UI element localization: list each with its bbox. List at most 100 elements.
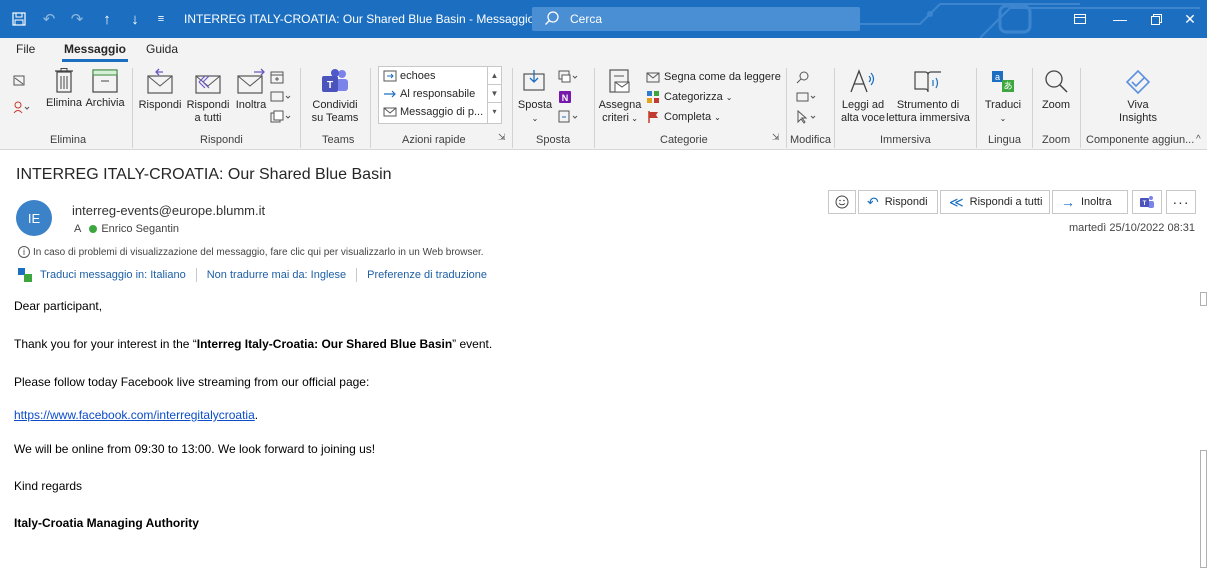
body-follow: Please follow today Facebook live stream…: [14, 375, 370, 389]
tab-guida[interactable]: Guida: [146, 42, 178, 56]
previous-item-icon[interactable]: ↑: [92, 0, 122, 38]
reply-all-action-label: Rispondi a tutti: [969, 196, 1043, 208]
scroll-up-icon[interactable]: ▲: [488, 67, 501, 85]
recipient-line: A Enrico Segantin: [74, 223, 179, 235]
sender-address[interactable]: interreg-events@europe.blumm.it: [72, 203, 265, 218]
read-aloud-icon: [850, 69, 875, 93]
reply-button[interactable]: Rispondi: [138, 68, 182, 112]
search-box[interactable]: Cerca: [532, 7, 860, 31]
ribbon-separator: [300, 68, 301, 148]
move-dropdown-icon: ⌄: [531, 114, 539, 123]
svg-text:a: a: [995, 72, 1000, 82]
mark-unread-button[interactable]: Segna come da leggere: [646, 70, 781, 84]
collapse-ribbon-icon[interactable]: ^: [1196, 134, 1201, 145]
forward-button[interactable]: Inoltra: [232, 68, 270, 112]
scrollbar-top-fragment[interactable]: [1200, 292, 1207, 306]
actions-icon[interactable]: [558, 110, 584, 124]
related-icon[interactable]: [796, 90, 822, 104]
zoom-label: Zoom: [1041, 99, 1071, 111]
translate-dropdown-icon: ⌄: [999, 114, 1007, 123]
group-label-lingua: Lingua: [988, 134, 1022, 146]
reply-all-icon: [195, 75, 221, 94]
delete-button[interactable]: Elimina: [44, 68, 84, 110]
archive-button[interactable]: Archivia: [84, 68, 126, 110]
customize-toolbar-icon[interactable]: ≡: [146, 0, 176, 38]
find-icon[interactable]: [796, 70, 814, 84]
quick-step-manager[interactable]: Al responsabile: [383, 88, 475, 100]
quick-steps-gallery: echoes Al responsabile Messaggio di p...…: [378, 66, 502, 124]
follow-up-button[interactable]: Completa ⌄: [646, 110, 721, 124]
ribbon-display-icon[interactable]: [1060, 0, 1100, 38]
quick-steps-scroll[interactable]: ▲ ▼ ▾: [487, 67, 501, 123]
viva-label-1: Viva: [1127, 99, 1149, 111]
emoji-reaction-button[interactable]: [828, 190, 856, 214]
translation-preferences-link[interactable]: Preferenze di traduzione: [367, 269, 487, 281]
select-icon[interactable]: [796, 110, 822, 124]
onenote-icon[interactable]: N: [558, 90, 576, 104]
group-label-azioni-rapide: Azioni rapide: [402, 134, 466, 146]
dialog-launcher-icon[interactable]: ⇲: [498, 132, 506, 143]
reply-all-action-button[interactable]: ≪ Rispondi a tutti: [940, 190, 1050, 214]
info-notice[interactable]: i In caso di problemi di visualizzazione…: [18, 246, 484, 258]
share-teams-button[interactable]: T Condividi su Teams: [306, 68, 364, 125]
viva-insights-button[interactable]: Viva Insights: [1108, 68, 1168, 125]
immersive-reader-button[interactable]: Strumento di lettura immersiva: [886, 68, 970, 125]
reply-all-button[interactable]: Rispondi a tutti: [184, 68, 232, 125]
read-aloud-button[interactable]: Leggi ad alta voce: [838, 68, 888, 125]
ignore-icon[interactable]: [12, 74, 30, 88]
translate-button[interactable]: aあ Traduci ⌄: [982, 68, 1024, 125]
dialog-launcher-icon[interactable]: ⇲: [772, 132, 780, 143]
tab-messaggio[interactable]: Messaggio: [61, 42, 129, 62]
teams-action-button[interactable]: T: [1132, 190, 1162, 214]
assign-policy-label-1: Assegna: [598, 99, 642, 111]
junk-icon[interactable]: [12, 100, 34, 114]
rules-icon[interactable]: [558, 70, 584, 84]
read-aloud-label-2: alta voce: [840, 112, 886, 124]
gallery-expand-icon[interactable]: ▾: [488, 103, 501, 121]
undo-icon[interactable]: ↶: [34, 0, 64, 38]
svg-text:T: T: [1143, 201, 1147, 207]
info-icon: i: [18, 246, 30, 258]
divider: [356, 268, 358, 282]
translate-message-link[interactable]: Traduci messaggio in: Italiano: [40, 269, 186, 281]
minimize-icon[interactable]: —: [1100, 0, 1140, 38]
assign-policy-label-2: criteri: [602, 112, 629, 124]
trash-icon: [55, 68, 73, 93]
body-link-suffix: .: [254, 408, 259, 422]
save-icon[interactable]: [4, 0, 34, 38]
quick-step-echoes[interactable]: echoes: [383, 70, 435, 82]
reply-label: Rispondi: [138, 99, 182, 111]
never-translate-link[interactable]: Non tradurre mai da: Inglese: [207, 269, 346, 281]
body-online: We will be online from 09:30 to 13:00. W…: [14, 442, 376, 456]
categorize-button[interactable]: Categorizza ⌄: [646, 90, 732, 104]
tab-file[interactable]: File: [16, 42, 35, 56]
im-reply-icon[interactable]: [270, 90, 296, 104]
meeting-icon[interactable]: [270, 70, 288, 84]
more-actions-icon[interactable]: ···: [1166, 190, 1196, 214]
viva-insights-icon: [1125, 69, 1151, 95]
mark-unread-icon: [646, 72, 660, 83]
close-icon[interactable]: ✕: [1170, 0, 1207, 38]
facebook-link[interactable]: https://www.facebook.com/interregitalycr…: [14, 408, 255, 422]
scroll-down-icon[interactable]: ▼: [488, 85, 501, 103]
group-label-modifica: Modifica: [790, 134, 831, 146]
group-label-teams: Teams: [322, 134, 355, 146]
assign-policy-button[interactable]: Assegna criteri ⌄: [598, 68, 642, 125]
quick-step-manager-label: Al responsabile: [400, 88, 476, 100]
scrollbar-thumb[interactable]: [1200, 450, 1207, 568]
quick-step-message[interactable]: Messaggio di p...: [383, 106, 483, 118]
redo-icon[interactable]: ↷: [62, 0, 92, 38]
move-button[interactable]: Sposta ⌄: [516, 68, 554, 125]
reply-action-button[interactable]: ↶ Rispondi: [858, 190, 938, 214]
recipient-name[interactable]: Enrico Segantin: [101, 223, 179, 235]
mark-unread-label: Segna come da leggere: [664, 71, 781, 83]
group-label-rispondi: Rispondi: [200, 134, 243, 146]
avatar-initials: IE: [27, 210, 41, 226]
zoom-button[interactable]: Zoom: [1036, 68, 1076, 112]
move-label: Sposta: [517, 99, 553, 111]
forward-action-button[interactable]: → Inoltra: [1052, 190, 1128, 214]
more-respond-icon[interactable]: [270, 110, 296, 124]
zoom-icon: [1045, 70, 1068, 93]
avatar[interactable]: IE: [16, 200, 52, 236]
body-regards: Kind regards: [14, 479, 83, 493]
